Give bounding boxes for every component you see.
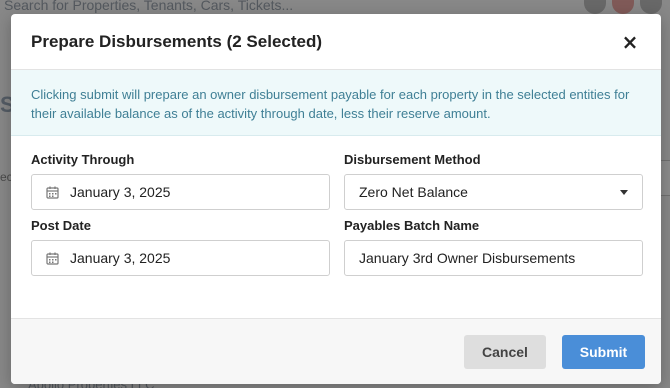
disbursement-method-select[interactable]: Zero Net Balance bbox=[344, 174, 643, 210]
modal-header: Prepare Disbursements (2 Selected) × bbox=[11, 14, 661, 70]
modal-footer: Cancel Submit bbox=[11, 318, 661, 384]
disbursement-form: Activity Through January 3, 2025 Disburs… bbox=[11, 136, 661, 276]
activity-through-field: Activity Through January 3, 2025 bbox=[31, 152, 330, 210]
post-date-field: Post Date January 3, 2025 bbox=[31, 218, 330, 276]
payables-batch-name-input[interactable]: January 3rd Owner Disbursements bbox=[344, 240, 643, 276]
payables-batch-name-field: Payables Batch Name January 3rd Owner Di… bbox=[344, 218, 643, 276]
modal-title: Prepare Disbursements (2 Selected) bbox=[31, 31, 323, 51]
disbursement-method-field: Disbursement Method Zero Net Balance bbox=[344, 152, 643, 210]
activity-through-value: January 3, 2025 bbox=[70, 184, 171, 200]
payables-batch-name-value: January 3rd Owner Disbursements bbox=[359, 250, 576, 266]
calendar-icon bbox=[46, 252, 59, 265]
post-date-label: Post Date bbox=[31, 218, 91, 233]
disbursement-method-label: Disbursement Method bbox=[344, 152, 481, 167]
cancel-button[interactable]: Cancel bbox=[464, 334, 546, 369]
post-date-input[interactable]: January 3, 2025 bbox=[31, 240, 330, 276]
chevron-down-icon bbox=[620, 189, 628, 195]
close-icon[interactable]: × bbox=[619, 30, 641, 54]
post-date-value: January 3, 2025 bbox=[70, 250, 171, 266]
submit-button[interactable]: Submit bbox=[562, 334, 645, 369]
activity-through-input[interactable]: January 3, 2025 bbox=[31, 174, 330, 210]
activity-through-label: Activity Through bbox=[31, 152, 135, 167]
prepare-disbursements-modal: Prepare Disbursements (2 Selected) × Cli… bbox=[11, 14, 661, 384]
calendar-icon bbox=[46, 186, 59, 199]
info-banner: Clicking submit will prepare an owner di… bbox=[11, 70, 661, 136]
disbursement-method-value: Zero Net Balance bbox=[359, 184, 468, 200]
payables-batch-name-label: Payables Batch Name bbox=[344, 218, 480, 233]
